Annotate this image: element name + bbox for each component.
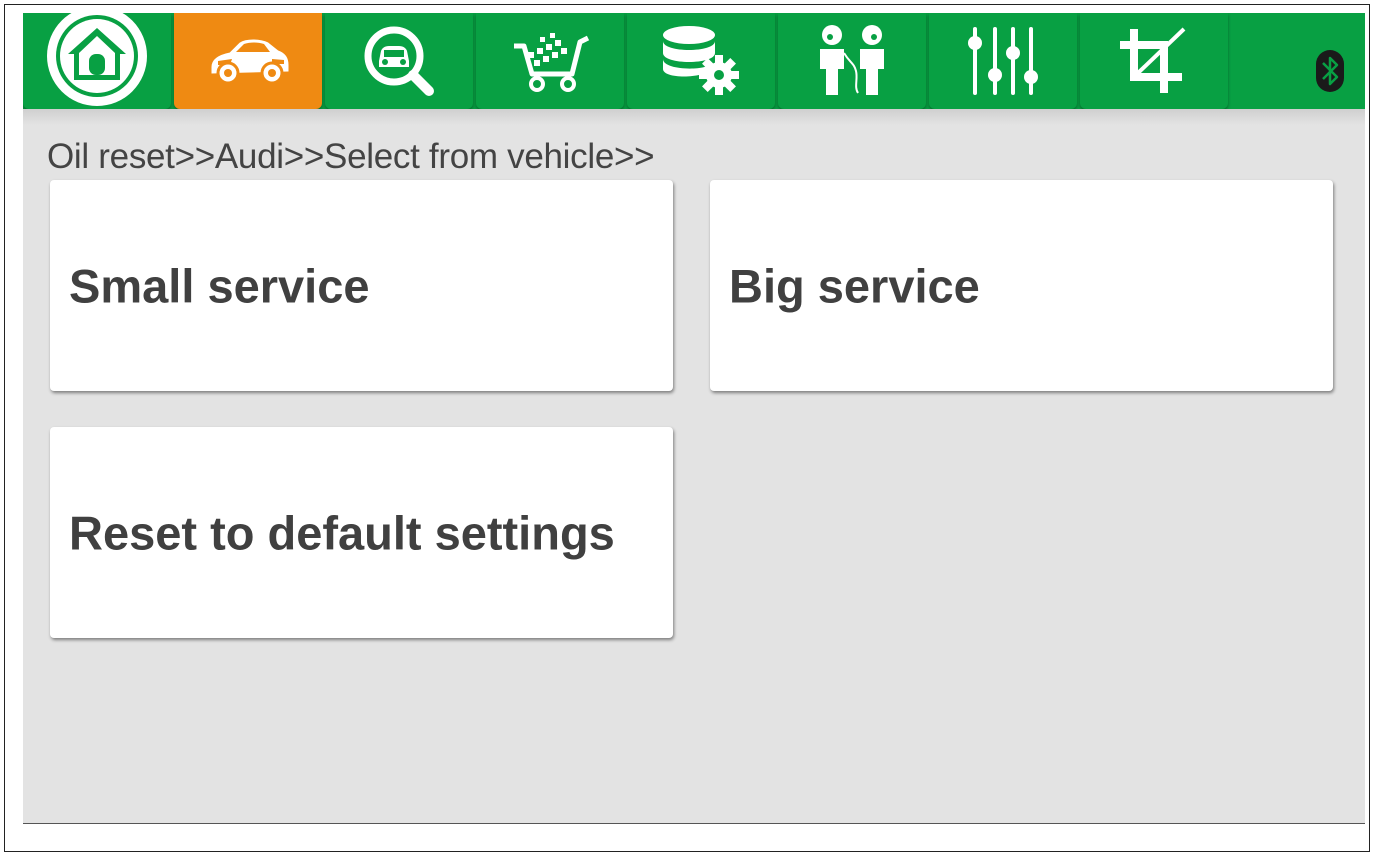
tab-screenshot[interactable] [1080, 13, 1228, 109]
crop-icon [1116, 23, 1192, 99]
people-talking-icon [814, 23, 890, 99]
car-icon [206, 31, 290, 91]
tab-settings[interactable] [929, 13, 1077, 109]
tab-bluetooth[interactable] [1231, 13, 1365, 109]
small-service-button[interactable]: Small service [50, 180, 673, 391]
database-settings-icon [659, 23, 743, 99]
tab-vehicle-search[interactable] [325, 13, 473, 109]
sliders-icon [965, 23, 1041, 99]
big-service-button[interactable]: Big service [710, 180, 1333, 391]
device-frame: Oil reset>>Audi>>Select from vehicle>> S… [4, 4, 1370, 852]
reset-default-settings-label: Reset to default settings [69, 506, 615, 559]
car-search-icon [359, 21, 439, 101]
tab-home[interactable] [23, 13, 171, 109]
app-screen: Oil reset>>Audi>>Select from vehicle>> S… [23, 13, 1365, 824]
shopping-cart-icon [510, 28, 590, 94]
tab-data-settings[interactable] [627, 13, 775, 109]
tab-remote-help[interactable] [778, 13, 926, 109]
breadcrumb: Oil reset>>Audi>>Select from vehicle>> [47, 137, 655, 176]
top-toolbar [23, 13, 1365, 109]
big-service-label: Big service [729, 259, 980, 312]
home-icon [38, 13, 156, 122]
tab-vehicle[interactable] [174, 13, 322, 109]
reset-default-settings-button[interactable]: Reset to default settings [50, 427, 673, 638]
small-service-label: Small service [69, 259, 370, 312]
tab-shop[interactable] [476, 13, 624, 109]
bluetooth-icon [1315, 29, 1345, 93]
toolbar-shadow [23, 109, 1365, 125]
